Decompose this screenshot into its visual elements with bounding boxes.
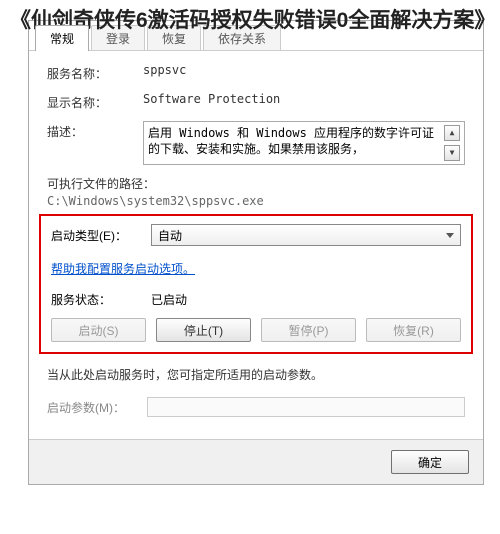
startup-params-input[interactable] xyxy=(147,397,465,417)
highlighted-section: 启动类型(E)： 自动 帮助我配置服务启动选项。 服务状态： 已启动 启动(S)… xyxy=(39,214,473,354)
service-name-label: 服务名称： xyxy=(47,63,143,82)
exe-path-value: C:\Windows\system32\sppsvc.exe xyxy=(47,194,465,208)
display-name-value: Software Protection xyxy=(143,92,280,106)
startup-type-select[interactable]: 自动 xyxy=(151,224,461,246)
help-link[interactable]: 帮助我配置服务启动选项。 xyxy=(51,260,195,277)
tab-logon[interactable]: 登录 xyxy=(91,25,145,50)
dialog-footer: 确定 xyxy=(29,439,483,484)
startup-params-label: 启动参数(M)： xyxy=(47,399,147,416)
description-scroll-up[interactable]: ▲ xyxy=(444,125,460,141)
service-properties-dialog: 常规 登录 恢复 依存关系 服务名称： sppsvc 显示名称： Softwar… xyxy=(28,20,484,485)
exe-path-label: 可执行文件的路径： xyxy=(47,175,465,192)
startup-type-value: 自动 xyxy=(158,227,182,244)
description-text: 启用 Windows 和 Windows 应用程序的数字许可证的下载、安装和实施… xyxy=(148,125,442,161)
stop-button[interactable]: 停止(T) xyxy=(156,318,251,342)
display-name-label: 显示名称： xyxy=(47,92,143,111)
start-button[interactable]: 启动(S) xyxy=(51,318,146,342)
tab-panel-general: 服务名称： sppsvc 显示名称： Software Protection 描… xyxy=(29,51,483,439)
service-name-value: sppsvc xyxy=(143,63,186,77)
pause-button[interactable]: 暂停(P) xyxy=(261,318,356,342)
service-status-value: 已启动 xyxy=(151,291,187,308)
description-label: 描述： xyxy=(47,121,143,140)
service-status-label: 服务状态： xyxy=(51,291,151,308)
startup-type-label: 启动类型(E)： xyxy=(51,227,151,244)
tab-general[interactable]: 常规 xyxy=(35,25,89,51)
tab-dependencies[interactable]: 依存关系 xyxy=(203,25,281,50)
tab-recovery[interactable]: 恢复 xyxy=(147,25,201,50)
description-scroll-down[interactable]: ▼ xyxy=(444,145,460,161)
description-box: 启用 Windows 和 Windows 应用程序的数字许可证的下载、安装和实施… xyxy=(143,121,465,165)
tab-strip: 常规 登录 恢复 依存关系 xyxy=(29,21,483,51)
startup-params-hint: 当从此处启动服务时，您可指定所适用的启动参数。 xyxy=(47,366,465,383)
resume-button[interactable]: 恢复(R) xyxy=(366,318,461,342)
ok-button[interactable]: 确定 xyxy=(391,450,469,474)
